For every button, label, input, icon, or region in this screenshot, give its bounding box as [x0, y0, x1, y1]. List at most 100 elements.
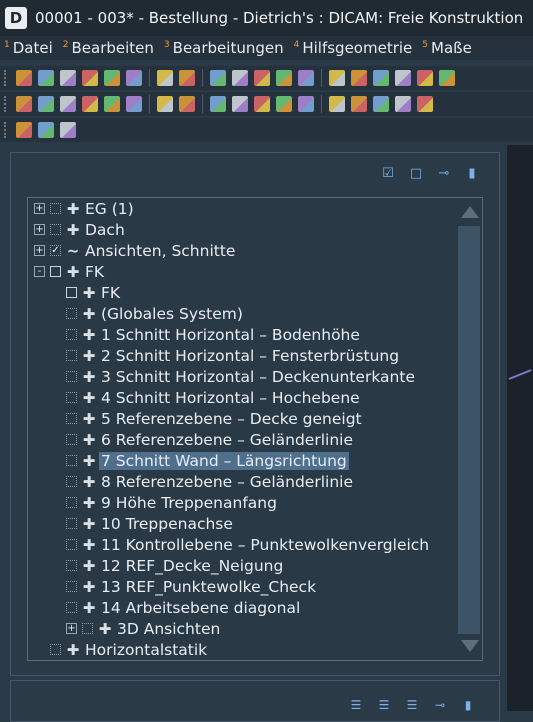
- scrollbar-thumb[interactable]: [458, 226, 480, 634]
- tree-node-label[interactable]: 4 Schnitt Horizontal – Hochebene: [101, 389, 360, 407]
- visibility-checkbox[interactable]: [66, 308, 77, 319]
- visibility-checkbox[interactable]: [66, 371, 77, 382]
- copy-icon[interactable]: [210, 70, 226, 86]
- panel-a-icon[interactable]: [126, 96, 142, 112]
- pin-icon[interactable]: ⊸: [437, 167, 451, 181]
- expand-icon[interactable]: +: [66, 623, 77, 634]
- tree-node[interactable]: ✚ (Globales System): [66, 303, 243, 324]
- tree-node[interactable]: ✚ 2 Schnitt Horizontal – Fensterbrüstung: [66, 345, 399, 366]
- tree-node[interactable]: + ✚ Dach: [34, 219, 125, 240]
- toolbar-grip[interactable]: [4, 122, 9, 138]
- visibility-checkbox[interactable]: [66, 497, 77, 508]
- tree-node[interactable]: ✚ 4 Schnitt Horizontal – Hochebene: [66, 387, 360, 408]
- visibility-checkbox[interactable]: [50, 224, 61, 235]
- tree-node-label[interactable]: 6 Referenzebene – Geländerlinie: [101, 431, 353, 449]
- text-c-icon[interactable]: [276, 96, 292, 112]
- scroll-up-icon[interactable]: [461, 206, 479, 218]
- menu-hilfsgeometrie[interactable]: 4 Hilfsgeometrie: [294, 39, 413, 57]
- tree-node-label[interactable]: Ansichten, Schnitte: [85, 242, 235, 260]
- visibility-checkbox[interactable]: ✓: [50, 245, 61, 256]
- menu-datei[interactable]: 1 Datei: [4, 39, 53, 57]
- tree-node-label[interactable]: 14 Arbeitsebene diagonal: [101, 599, 300, 617]
- window-icon[interactable]: [254, 70, 270, 86]
- tree-node-label[interactable]: EG (1): [85, 200, 134, 218]
- tree-node[interactable]: ✚ 1 Schnitt Horizontal – Bodenhöhe: [66, 324, 360, 345]
- tree-node-label[interactable]: Horizontalstatik: [85, 641, 207, 659]
- point-grid-icon[interactable]: [38, 122, 54, 138]
- text-a-icon[interactable]: [232, 96, 248, 112]
- document-icon[interactable]: [179, 96, 195, 112]
- visibility-checkbox[interactable]: [66, 581, 77, 592]
- tree-scrollbar[interactable]: [456, 198, 482, 660]
- tree-node-label[interactable]: 12 REF_Decke_Neigung: [101, 557, 283, 575]
- visibility-checkbox[interactable]: [50, 203, 61, 214]
- tree-node[interactable]: + ✚ 3D Ansichten: [66, 618, 220, 639]
- tree-node[interactable]: ✚ 7 Schnitt Wand – Längsrichtung: [66, 450, 349, 471]
- book-icon[interactable]: [329, 96, 345, 112]
- undo-icon[interactable]: [157, 70, 173, 86]
- home-icon[interactable]: [351, 70, 367, 86]
- export-icon[interactable]: [417, 70, 433, 86]
- panel-b-icon[interactable]: [157, 96, 173, 112]
- collapse-icon[interactable]: -: [34, 266, 45, 277]
- pointer-icon[interactable]: [82, 96, 98, 112]
- tree-node[interactable]: ✚ 11 Kontrollebene – Punktewolkenvergleic…: [66, 534, 429, 555]
- view-icon[interactable]: [298, 70, 314, 86]
- exit-icon[interactable]: [126, 70, 142, 86]
- visibility-checkbox[interactable]: [66, 560, 77, 571]
- tree-node[interactable]: ✚ 6 Referenzebene – Geländerlinie: [66, 429, 353, 450]
- redo-icon[interactable]: [179, 70, 195, 86]
- visibility-checkbox[interactable]: [66, 476, 77, 487]
- tree-node[interactable]: - ✚ FK: [34, 261, 104, 282]
- dock-icon[interactable]: ▮: [461, 699, 475, 711]
- save-as-icon[interactable]: [82, 70, 98, 86]
- visibility-checkbox[interactable]: [66, 434, 77, 445]
- tree-node[interactable]: ✚ 12 REF_Decke_Neigung: [66, 555, 283, 576]
- tree-node[interactable]: ✚ 13 REF_Punktewolke_Check: [66, 576, 316, 597]
- align-right-icon[interactable]: ☰: [405, 699, 419, 711]
- tree-node-label[interactable]: 11 Kontrollebene – Punktewolkenvergleich: [101, 536, 429, 554]
- tree-node-label[interactable]: 8 Referenzebene – Geländerlinie: [101, 473, 353, 491]
- save-all-icon[interactable]: [104, 70, 120, 86]
- tree-node[interactable]: + ✚ EG (1): [34, 198, 134, 219]
- tree-node-label[interactable]: 2 Schnitt Horizontal – Fensterbrüstung: [101, 347, 399, 365]
- tree-node[interactable]: ✚ 10 Treppenachse: [66, 513, 233, 534]
- menu-bearbeiten[interactable]: 2 Bearbeiten: [63, 39, 154, 57]
- list-icon[interactable]: [329, 70, 345, 86]
- table-icon[interactable]: [373, 96, 389, 112]
- menu-masse[interactable]: 5 Maße: [422, 39, 472, 57]
- orange-box-icon[interactable]: [395, 96, 411, 112]
- tree-node-label[interactable]: FK: [101, 284, 120, 302]
- expand-icon[interactable]: +: [34, 245, 45, 256]
- tree-node-label[interactable]: (Globales System): [101, 305, 243, 323]
- visibility-checkbox[interactable]: [50, 266, 61, 277]
- tree-node-label[interactable]: 3D Ansichten: [117, 620, 220, 638]
- pin-icon[interactable]: ⊸: [433, 699, 447, 711]
- roof-icon[interactable]: [373, 70, 389, 86]
- layers-icon[interactable]: [210, 96, 226, 112]
- tree-node[interactable]: ✚ 8 Referenzebene – Geländerlinie: [66, 471, 353, 492]
- visibility-checkbox[interactable]: [66, 392, 77, 403]
- menu-bearbeitungen[interactable]: 3 Bearbeitungen: [164, 39, 284, 57]
- visibility-checkbox[interactable]: [66, 602, 77, 613]
- tree-node[interactable]: ✚ 9 Höhe Treppenanfang: [66, 492, 277, 513]
- tree-node[interactable]: ✚ 5 Referenzebene – Decke geneigt: [66, 408, 362, 429]
- settings-icon[interactable]: [439, 70, 455, 86]
- layout-icon[interactable]: [276, 70, 292, 86]
- open-icon[interactable]: [38, 70, 54, 86]
- point-delete-icon[interactable]: [60, 122, 76, 138]
- tree-node[interactable]: ✚ FK: [66, 282, 120, 303]
- expand-icon[interactable]: +: [34, 224, 45, 235]
- save-icon[interactable]: [60, 70, 76, 86]
- points-icon[interactable]: [16, 122, 32, 138]
- cut-icon[interactable]: [351, 96, 367, 112]
- tree-node-label[interactable]: 3 Schnitt Horizontal – Deckenunterkante: [101, 368, 415, 386]
- select-area-icon[interactable]: [60, 96, 76, 112]
- tree-node-label[interactable]: 5 Referenzebene – Decke geneigt: [101, 410, 362, 428]
- tree-node-label[interactable]: 9 Höhe Treppenanfang: [101, 494, 277, 512]
- tree-node-label[interactable]: 1 Schnitt Horizontal – Bodenhöhe: [101, 326, 360, 344]
- visibility-checkbox[interactable]: [66, 455, 77, 466]
- tree-node[interactable]: + ✓ ~ Ansichten, Schnitte: [34, 240, 235, 261]
- expand-icon[interactable]: +: [34, 203, 45, 214]
- plane-icon[interactable]: [104, 96, 120, 112]
